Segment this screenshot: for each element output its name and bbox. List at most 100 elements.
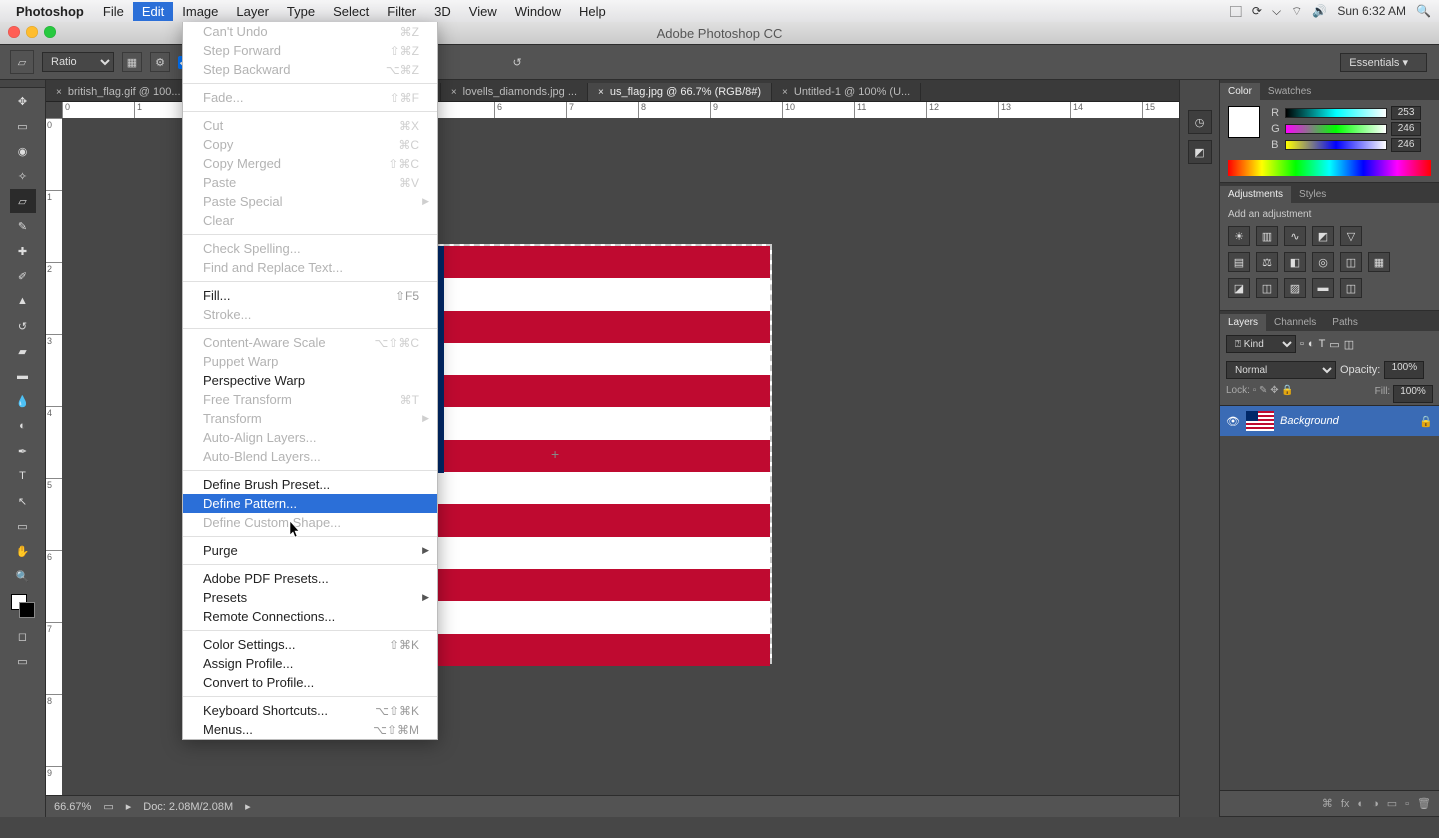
straighten-icon[interactable]: ▦	[122, 52, 142, 72]
opacity-field[interactable]: 100%	[1384, 361, 1424, 379]
eraser-tool-icon[interactable]: ▰	[10, 339, 36, 363]
menu-type[interactable]: Type	[278, 2, 324, 21]
menu-item-define-brush-preset[interactable]: Define Brush Preset...	[183, 475, 437, 494]
link-layers-icon[interactable]: ⌘	[1322, 797, 1333, 810]
close-tab-icon[interactable]: ×	[598, 87, 604, 98]
type-tool-icon[interactable]: T	[10, 464, 36, 488]
tab-color[interactable]: Color	[1220, 83, 1260, 100]
close-window-button[interactable]	[8, 26, 20, 38]
bluetooth-icon[interactable]: ⌵	[1272, 4, 1281, 19]
menu-file[interactable]: File	[94, 2, 133, 21]
foreground-color-swatch[interactable]	[1228, 106, 1260, 138]
color-spectrum[interactable]	[1228, 160, 1431, 176]
menu-view[interactable]: View	[460, 2, 506, 21]
history-brush-tool-icon[interactable]: ↺	[10, 314, 36, 338]
move-tool-icon[interactable]: ✥	[10, 89, 36, 113]
document-tab[interactable]: ×lovells_diamonds.jpg ...	[441, 83, 588, 101]
flyout-icon[interactable]: ▸	[245, 800, 251, 813]
crop-tool-icon[interactable]: ▱	[10, 189, 36, 213]
crop-tool-icon[interactable]: ▱	[10, 50, 34, 74]
delete-layer-icon[interactable]: 🗑	[1417, 797, 1431, 810]
hue-adjustment-icon[interactable]: ▤	[1228, 252, 1250, 272]
healing-brush-tool-icon[interactable]: ✚	[10, 239, 36, 263]
document-tab[interactable]: ×british_flag.gif @ 100...	[46, 83, 192, 101]
zoom-window-button[interactable]	[44, 26, 56, 38]
menu-item-assign-profile[interactable]: Assign Profile...	[183, 654, 437, 673]
arrow-icon[interactable]: ▸	[126, 800, 132, 813]
close-tab-icon[interactable]: ×	[782, 87, 788, 98]
menu-window[interactable]: Window	[506, 2, 570, 21]
brightness-adjustment-icon[interactable]: ☀	[1228, 226, 1250, 246]
history-panel-icon[interactable]: ◷	[1188, 110, 1212, 134]
menu-edit[interactable]: Edit	[133, 2, 173, 21]
new-group-icon[interactable]: ▭	[1387, 797, 1397, 810]
layer-fx-icon[interactable]: fx	[1341, 798, 1350, 810]
tab-paths[interactable]: Paths	[1324, 314, 1366, 331]
document-tab[interactable]: ×Untitled-1 @ 100% (U...	[772, 83, 921, 101]
color-swatches[interactable]	[11, 594, 35, 618]
lock-image-icon[interactable]: ✎	[1259, 385, 1267, 396]
workspace-switcher[interactable]: Essentials ▾	[1340, 53, 1427, 72]
menu-item-convert-to-profile[interactable]: Convert to Profile...	[183, 673, 437, 692]
sync-icon[interactable]: ⟳	[1252, 4, 1262, 18]
magic-wand-tool-icon[interactable]: ✧	[10, 164, 36, 188]
tab-adjustments[interactable]: Adjustments	[1220, 186, 1291, 203]
properties-panel-icon[interactable]: ◩	[1188, 140, 1212, 164]
menu-layer[interactable]: Layer	[227, 2, 278, 21]
path-selection-tool-icon[interactable]: ↖	[10, 489, 36, 513]
menubar-clock[interactable]: Sun 6:32 AM	[1337, 4, 1406, 18]
menu-item-purge[interactable]: Purge	[183, 541, 437, 560]
blend-mode-select[interactable]: Normal	[1226, 361, 1336, 379]
menu-item-perspective-warp[interactable]: Perspective Warp	[183, 371, 437, 390]
g-slider[interactable]	[1285, 124, 1387, 134]
levels-adjustment-icon[interactable]: ▥	[1256, 226, 1278, 246]
menu-item-menus[interactable]: Menus...⌥⇧⌘M	[183, 720, 437, 739]
selective-color-adjustment-icon[interactable]: ◫	[1340, 278, 1362, 298]
color-lookup-adjustment-icon[interactable]: ▦	[1368, 252, 1390, 272]
ruler-vertical[interactable]: 0123456789	[46, 118, 62, 795]
menu-item-color-settings[interactable]: Color Settings...⇧⌘K	[183, 635, 437, 654]
hand-tool-icon[interactable]: ✋	[10, 539, 36, 563]
menu-item-adobe-pdf-presets[interactable]: Adobe PDF Presets...	[183, 569, 437, 588]
menu-item-remote-connections[interactable]: Remote Connections...	[183, 607, 437, 626]
lock-transparency-icon[interactable]: ▫	[1253, 385, 1257, 396]
menu-item-fill[interactable]: Fill...⇧F5	[183, 286, 437, 305]
menu-image[interactable]: Image	[173, 2, 227, 21]
lock-position-icon[interactable]: ✥	[1270, 385, 1278, 396]
lasso-tool-icon[interactable]: ◉	[10, 139, 36, 163]
menu-item-presets[interactable]: Presets	[183, 588, 437, 607]
photo-filter-adjustment-icon[interactable]: ◎	[1312, 252, 1334, 272]
eyedropper-tool-icon[interactable]: ✎	[10, 214, 36, 238]
menu-select[interactable]: Select	[324, 2, 378, 21]
invert-adjustment-icon[interactable]: ◪	[1228, 278, 1250, 298]
zoom-level[interactable]: 66.67%	[54, 801, 91, 813]
tab-channels[interactable]: Channels	[1266, 314, 1324, 331]
layer-background[interactable]: 👁 Background 🔒	[1220, 406, 1439, 436]
reset-crop-icon[interactable]: ↺	[512, 56, 521, 69]
layer-mask-icon[interactable]: ◐	[1357, 798, 1364, 810]
filter-images-icon[interactable]: ▫	[1300, 338, 1304, 350]
r-slider[interactable]	[1285, 108, 1387, 118]
blur-tool-icon[interactable]: 💧	[10, 389, 36, 413]
wifi-icon[interactable]: ⌔	[1291, 4, 1302, 19]
filter-shape-icon[interactable]: ▭	[1329, 338, 1339, 351]
g-value[interactable]: 246	[1391, 122, 1421, 136]
menu-3d[interactable]: 3D	[425, 2, 460, 21]
new-adjustment-layer-icon[interactable]: ◑	[1372, 798, 1379, 810]
shape-tool-icon[interactable]: ▭	[10, 514, 36, 538]
curves-adjustment-icon[interactable]: ∿	[1284, 226, 1306, 246]
minimize-window-button[interactable]	[26, 26, 38, 38]
tab-styles[interactable]: Styles	[1291, 186, 1334, 203]
layer-name[interactable]: Background	[1280, 415, 1413, 427]
tab-swatches[interactable]: Swatches	[1260, 83, 1319, 100]
brush-tool-icon[interactable]: ✐	[10, 264, 36, 288]
app-name[interactable]: Photoshop	[16, 4, 84, 19]
menu-item-define-pattern[interactable]: Define Pattern...	[183, 494, 437, 513]
color-balance-adjustment-icon[interactable]: ⚖	[1256, 252, 1278, 272]
volume-icon[interactable]: 🔊	[1312, 4, 1327, 18]
posterize-adjustment-icon[interactable]: ◫	[1256, 278, 1278, 298]
close-tab-icon[interactable]: ×	[56, 87, 62, 98]
crop-settings-icon[interactable]: ⚙	[150, 52, 170, 72]
screen-mode-icon[interactable]: ▭	[10, 649, 36, 673]
pen-tool-icon[interactable]: ✒	[10, 439, 36, 463]
